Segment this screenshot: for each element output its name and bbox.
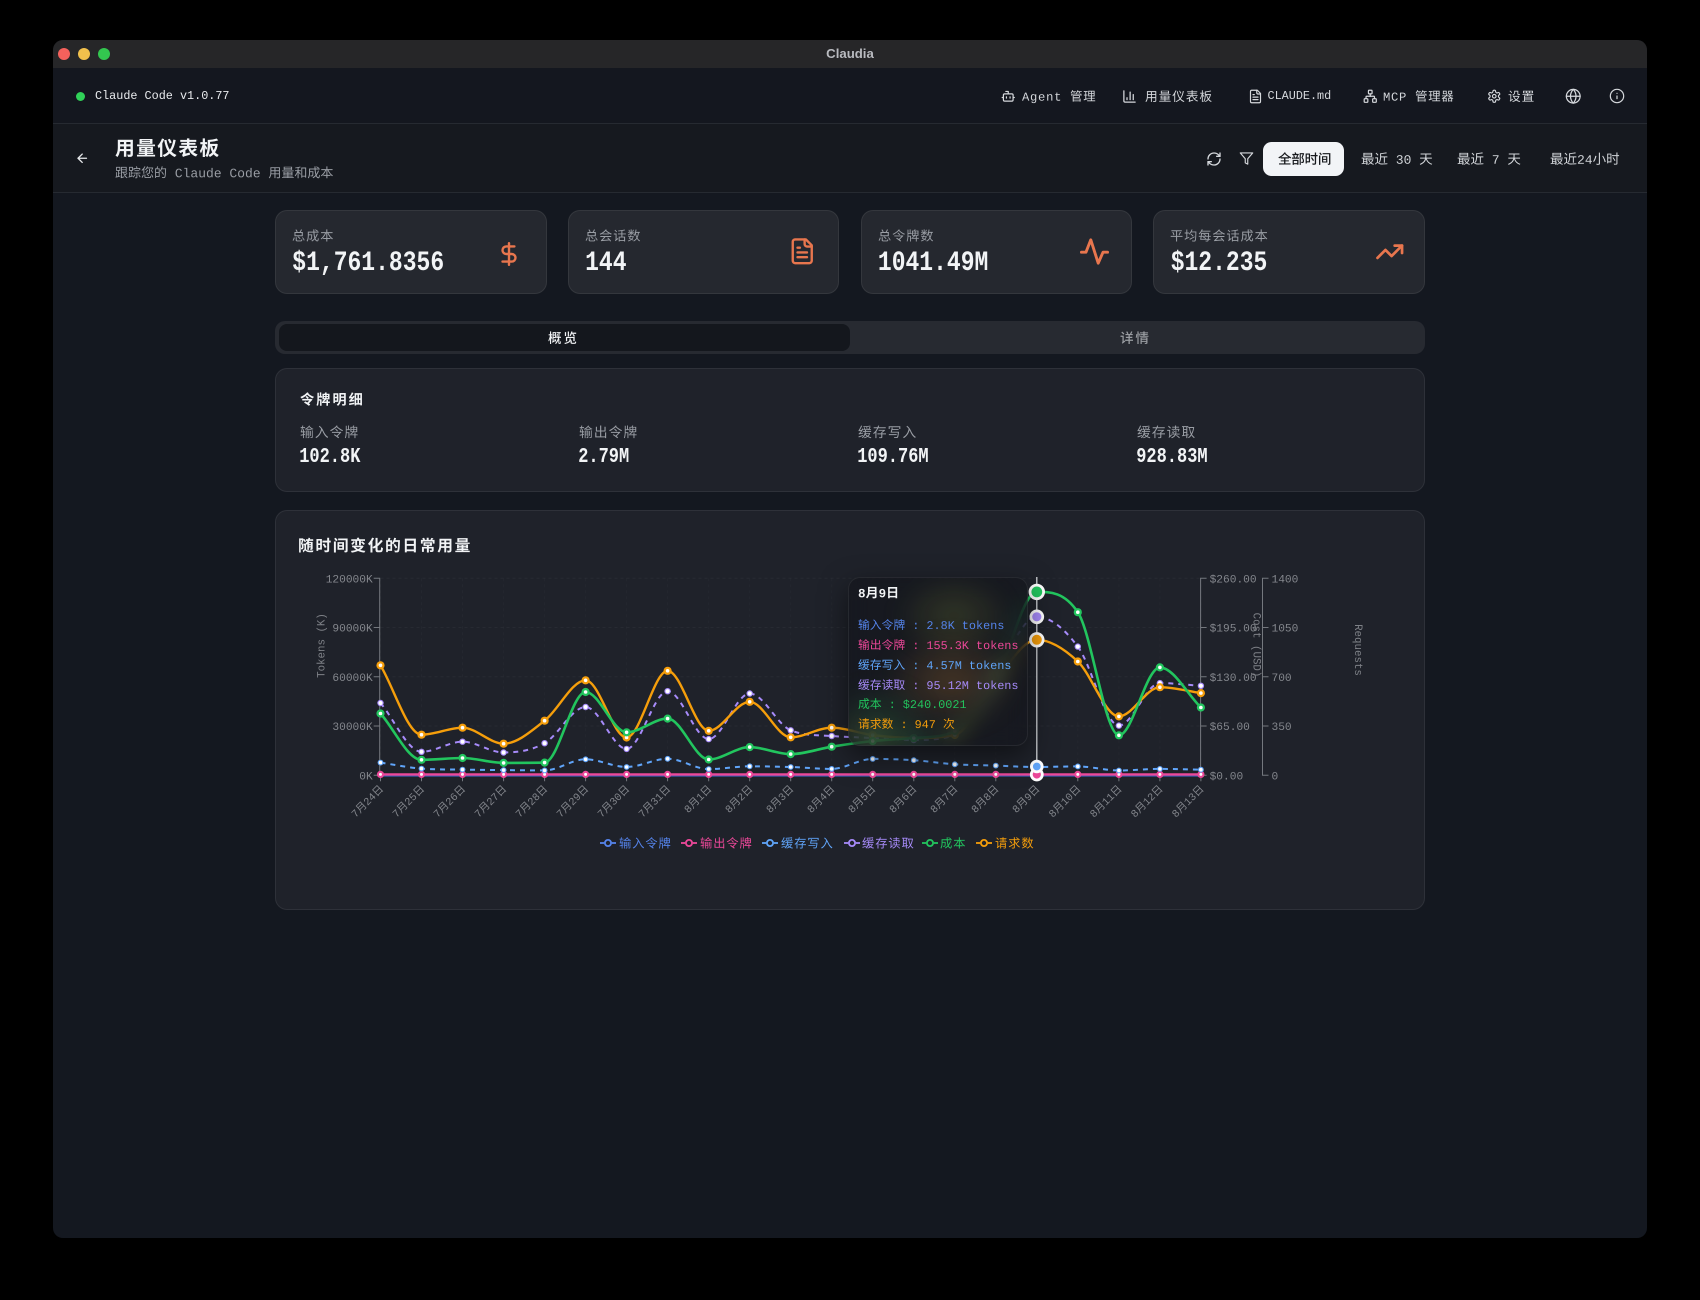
- svg-text:1400: 1400: [1272, 574, 1299, 586]
- svg-text:90000K: 90000K: [332, 624, 373, 636]
- svg-text:$65.00: $65.00: [1210, 722, 1251, 734]
- svg-text:1050: 1050: [1272, 624, 1299, 636]
- svg-text:Tokens (K): Tokens (K): [317, 613, 329, 678]
- svg-text:Cost (USD): Cost (USD): [1250, 613, 1262, 678]
- svg-text:Requests: Requests: [1351, 624, 1363, 676]
- svg-text:120000K: 120000K: [326, 574, 373, 586]
- svg-text:0: 0: [1272, 771, 1279, 783]
- svg-text:60000K: 60000K: [332, 673, 373, 685]
- svg-text:700: 700: [1272, 673, 1292, 685]
- svg-text:350: 350: [1272, 722, 1292, 734]
- svg-text:$260.00: $260.00: [1210, 574, 1257, 586]
- svg-text:30000K: 30000K: [332, 722, 373, 734]
- svg-text:$0.00: $0.00: [1210, 771, 1244, 783]
- svg-text:0K: 0K: [359, 771, 373, 783]
